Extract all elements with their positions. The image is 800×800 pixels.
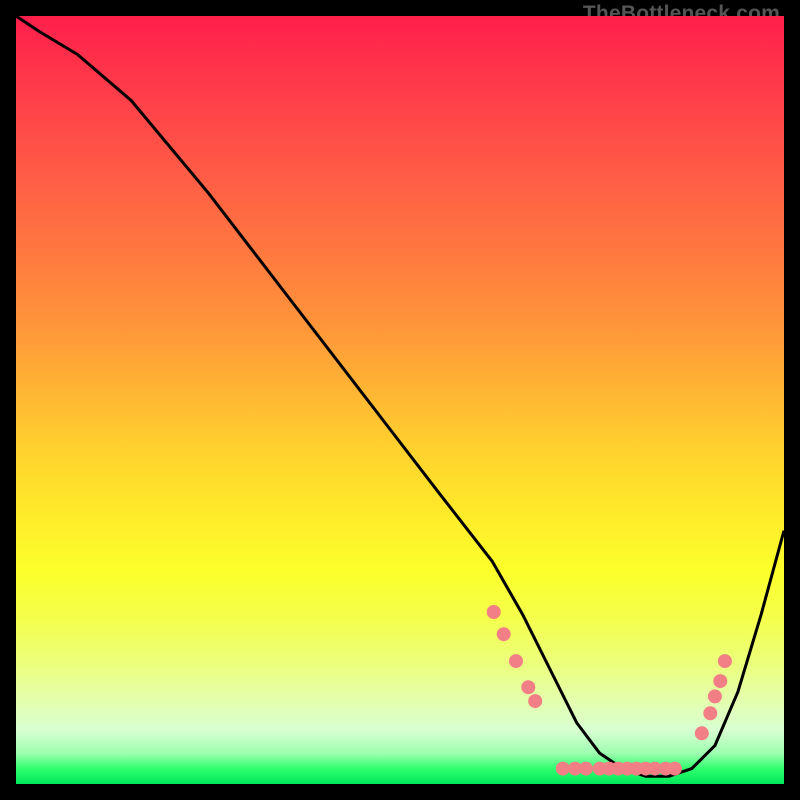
data-marker <box>497 627 511 641</box>
curve-layer <box>16 16 784 784</box>
data-marker <box>579 762 593 776</box>
data-marker <box>713 674 727 688</box>
data-marker <box>668 762 682 776</box>
data-marker <box>695 726 709 740</box>
data-marker <box>509 654 523 668</box>
plot-area <box>16 16 784 784</box>
data-marker <box>487 605 501 619</box>
chart-frame: TheBottleneck.com <box>0 0 800 800</box>
bottleneck-curve <box>16 16 784 776</box>
data-marker <box>703 706 717 720</box>
data-marker <box>718 654 732 668</box>
data-marker <box>528 694 542 708</box>
data-markers <box>487 605 732 776</box>
data-marker <box>521 680 535 694</box>
data-marker <box>708 689 722 703</box>
data-marker <box>556 762 570 776</box>
